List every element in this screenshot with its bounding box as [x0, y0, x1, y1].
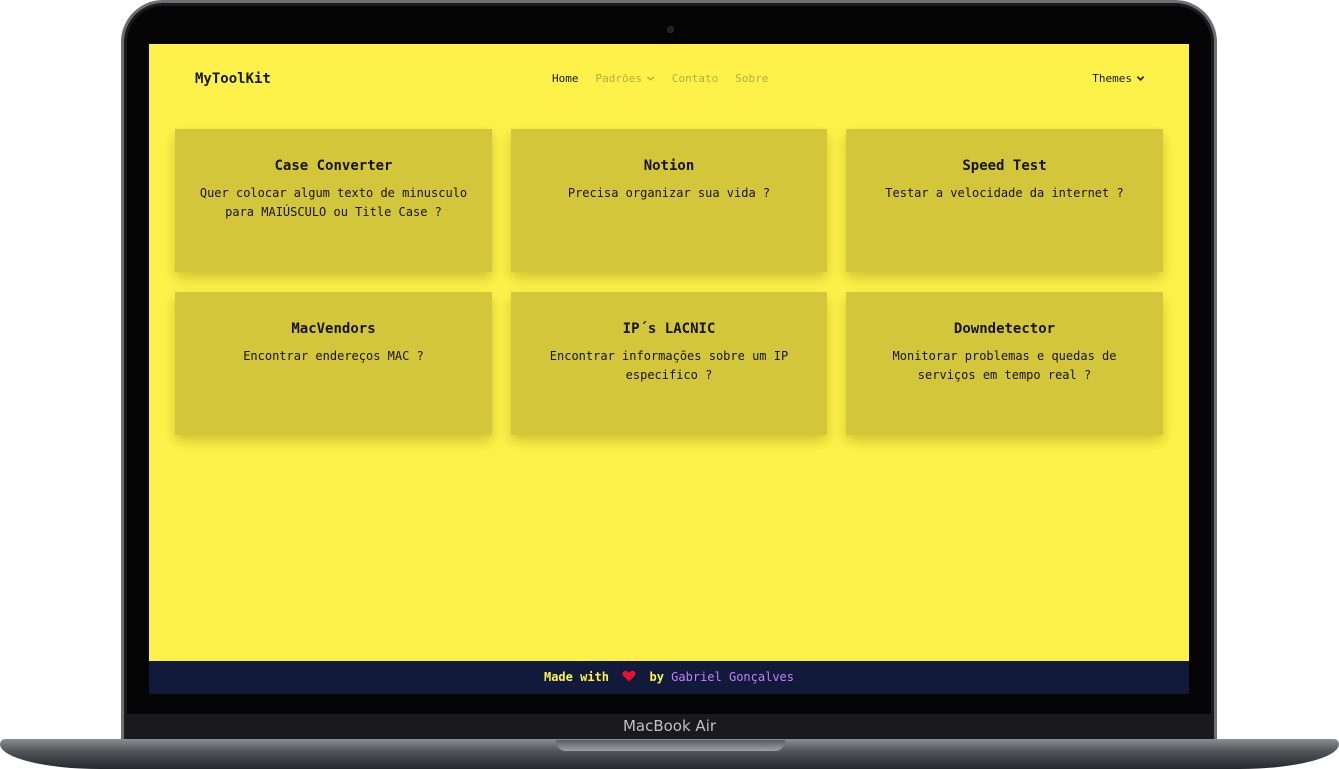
site-logo[interactable]: MyToolKit	[195, 71, 271, 87]
device-label: MacBook Air	[622, 717, 717, 735]
heart-icon	[622, 670, 636, 682]
card-description: Encontrar informações sobre um IP especi…	[549, 349, 789, 382]
camera-icon	[667, 26, 674, 33]
footer-by: by	[649, 670, 664, 684]
author-link[interactable]: Gabriel Gonçalves	[671, 670, 794, 684]
tool-card-macvendors[interactable]: MacVendors Encontrar endereços MAC ?	[175, 292, 492, 435]
nav-item-home[interactable]: Home	[552, 72, 579, 85]
card-description: Precisa organizar sua vida ?	[567, 186, 771, 200]
nav-item-padroes[interactable]: Padrões	[596, 72, 655, 85]
chevron-down-icon	[646, 76, 655, 81]
nav-item-label: Padrões	[595, 72, 642, 85]
chevron-down-icon	[1136, 76, 1145, 81]
navbar: MyToolKit Home Padrões Contato Sobre The…	[149, 44, 1189, 114]
card-title: Case Converter	[274, 158, 393, 174]
tool-card-ip-lacnic[interactable]: IP´s LACNIC Encontrar informações sobre …	[511, 292, 827, 435]
laptop-notch	[556, 740, 785, 751]
card-description: Quer colocar algum texto de minusculo pa…	[199, 186, 468, 219]
footer-made-with: Made with	[543, 670, 610, 684]
nav-item-label: Sobre	[735, 72, 769, 85]
nav-item-label: Contato	[671, 72, 719, 85]
tool-card-speed-test[interactable]: Speed Test Testar a velocidade da intern…	[846, 129, 1163, 272]
card-title: IP´s LACNIC	[622, 321, 716, 337]
tool-card-notion[interactable]: Notion Precisa organizar sua vida ?	[511, 129, 827, 272]
card-description: Monitorar problemas e quedas de serviços…	[892, 349, 1117, 382]
card-title: Downdetector	[953, 321, 1056, 337]
nav-item-contato[interactable]: Contato	[672, 72, 718, 85]
screen: MyToolKit Home Padrões Contato Sobre The…	[149, 44, 1189, 694]
card-title: Speed Test	[962, 158, 1047, 174]
tool-card-downdetector[interactable]: Downdetector Monitorar problemas e queda…	[846, 292, 1163, 435]
themes-dropdown[interactable]: Themes	[1092, 72, 1145, 85]
tool-card-case-converter[interactable]: Case Converter Quer colocar algum texto …	[175, 129, 492, 272]
card-title: MacVendors	[291, 321, 376, 337]
nav-menu: Home Padrões Contato Sobre	[552, 72, 785, 85]
tool-grid: Case Converter Quer colocar algum texto …	[175, 129, 1163, 435]
themes-label: Themes	[1092, 72, 1132, 85]
card-description: Testar a velocidade da internet ?	[885, 186, 1124, 200]
footer: Made with by Gabriel Gonçalves	[149, 661, 1189, 694]
card-description: Encontrar endereços MAC ?	[243, 349, 424, 363]
nav-item-label: Home	[552, 72, 579, 85]
card-title: Notion	[643, 158, 695, 174]
nav-item-sobre[interactable]: Sobre	[735, 72, 768, 85]
